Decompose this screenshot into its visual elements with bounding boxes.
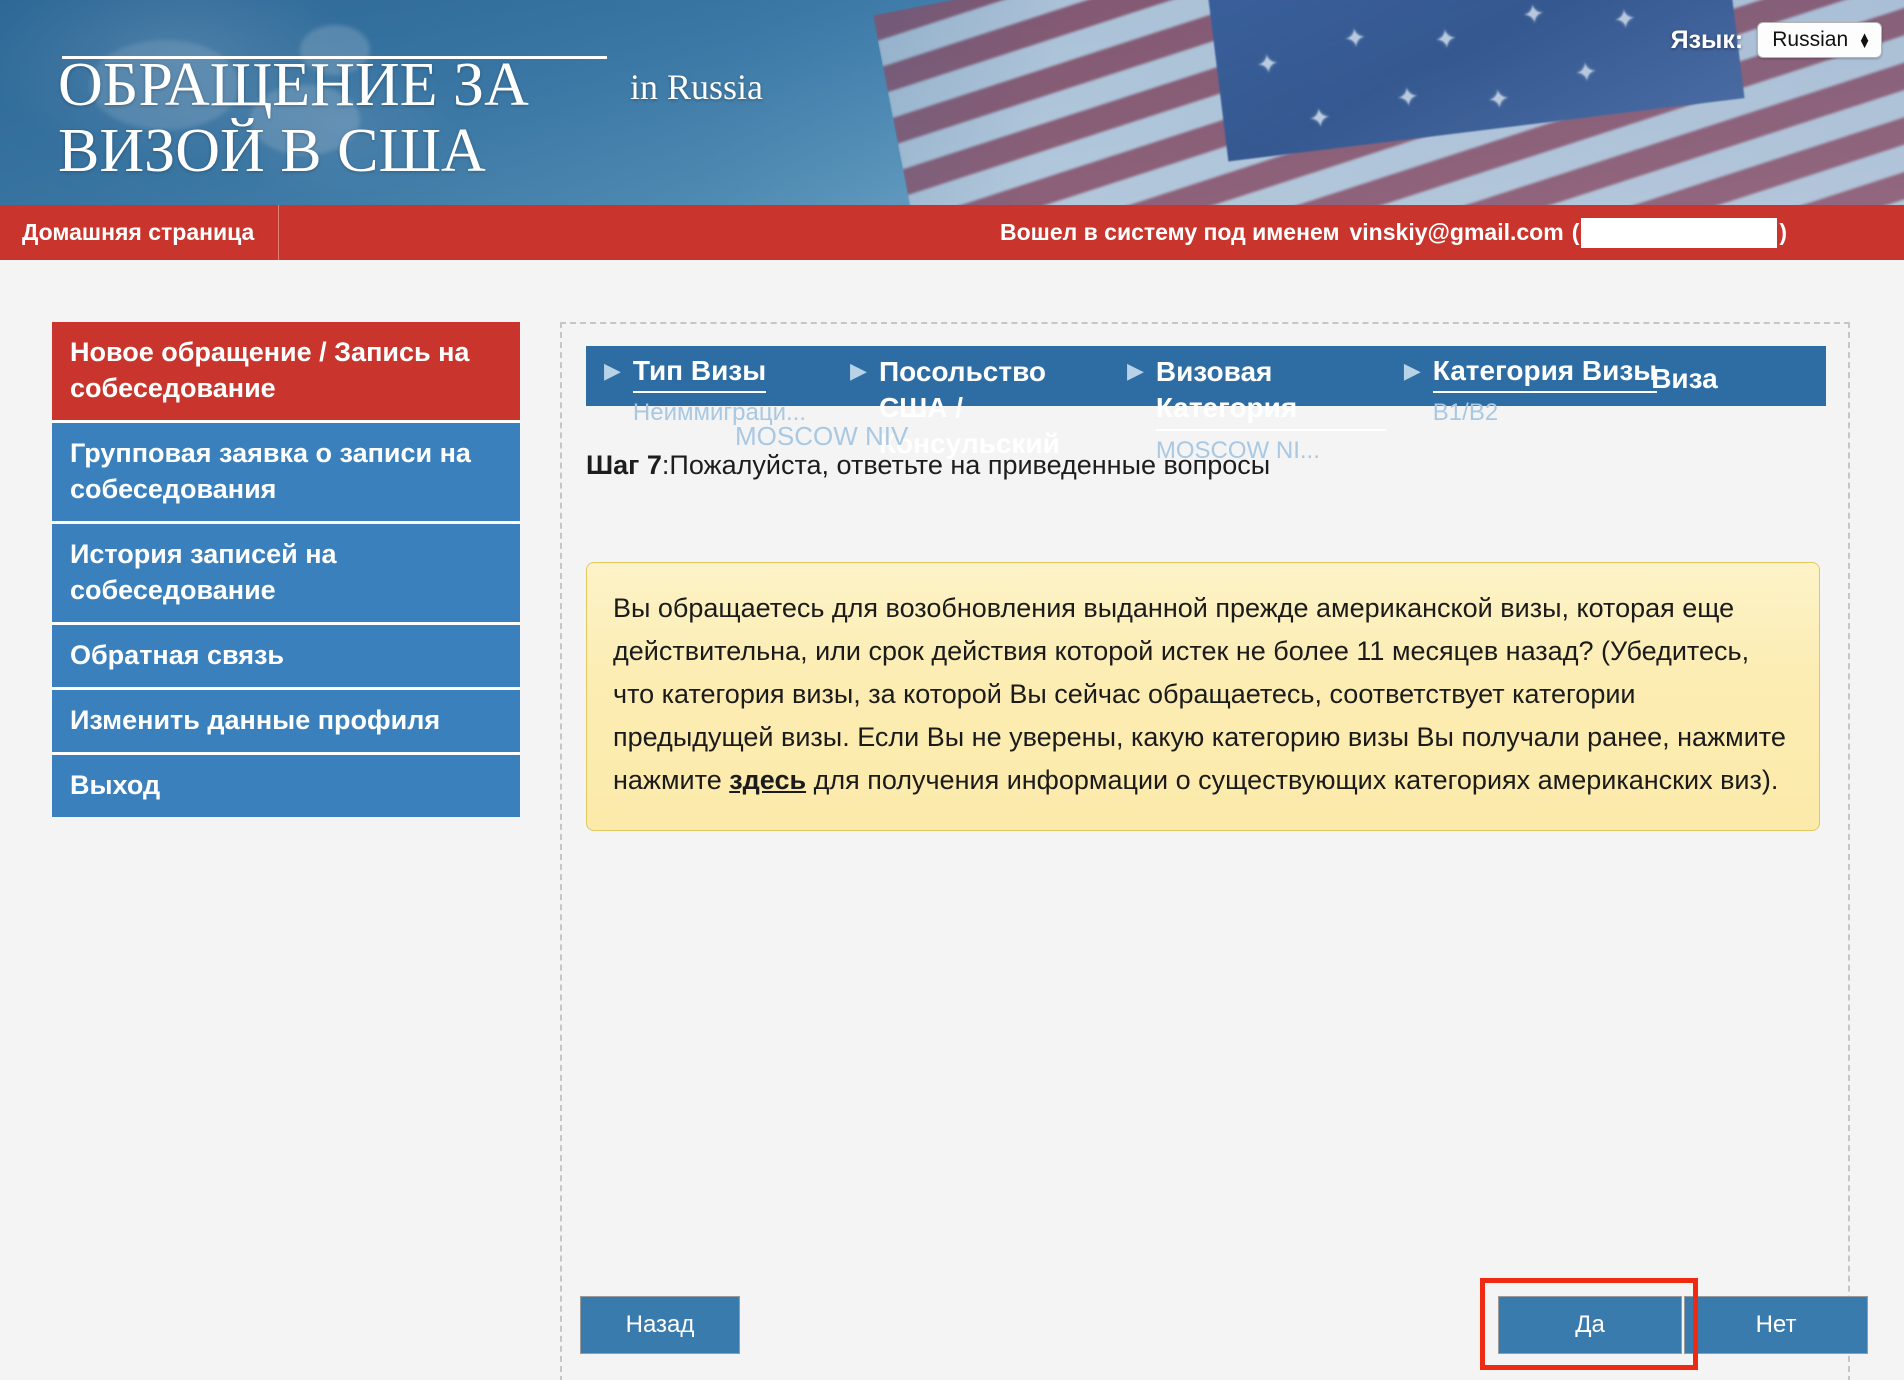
breadcrumb-step-visa-class[interactable]: ▶ Категория Визы B1/B2 [1400,354,1658,430]
chevron-right-icon: ▶ [1126,358,1144,383]
primary-navbar: Домашняя страница Вошел в систему под им… [0,205,1904,260]
breadcrumb-step-title: Категория Визы [1432,354,1658,393]
sidebar-item-appointment-history[interactable]: История записей на собеседование [52,524,520,625]
paren-open: ( [1571,219,1580,245]
login-status-prefix: Вошел в систему под именем [1000,219,1340,245]
main-content-panel: ▶ Тип Визы Неиммиграци... ▶ Посольство С… [560,322,1868,1380]
sidebar-item-edit-profile[interactable]: Изменить данные профиля [52,690,520,755]
sidebar-menu: Новое обращение / Запись на собеседовани… [52,322,520,817]
step-number-label: Шаг 7 [586,450,662,480]
chevron-right-icon: ▶ [604,358,621,383]
site-subtitle: in Russia [630,67,764,107]
breadcrumb-step-title: Тип Визы [632,354,767,393]
page-body: Новое обращение / Запись на собеседовани… [0,260,1904,1380]
yes-button[interactable]: Да [1498,1296,1682,1354]
sidebar-item-feedback[interactable]: Обратная связь [52,625,520,690]
visa-categories-link[interactable]: здесь [729,765,806,795]
breadcrumb-step-title: Посольство США / Консульский [878,356,1060,459]
language-selector-group: Язык: Russian ▲ ▼ [1671,22,1882,58]
login-email: vinskiy@gmail.com [1349,219,1564,245]
updown-arrows-icon: ▲ ▼ [1858,29,1871,51]
question-callout-box: Вы обращаетесь для возобновления выданно… [586,562,1820,831]
language-selected-value: Russian [1772,28,1849,51]
step-instruction: Шаг 7:Пожалуйста, ответьте на приведенны… [586,450,1270,481]
sidebar-item-group-application[interactable]: Групповая заявка о записи на собеседован… [52,423,520,524]
breadcrumb: ▶ Тип Визы Неиммиграци... ▶ Посольство С… [586,346,1826,464]
post-office-label: MOSCOW NIV [735,421,909,451]
step-instruction-text: :Пожалуйста, ответьте на приведенные воп… [661,450,1271,480]
breadcrumb-step-title: Визовая Категория [1155,354,1386,431]
back-button[interactable]: Назад [580,1296,740,1354]
redacted-name-block [1581,217,1778,248]
question-text-part2: для получения информации о существующих … [806,765,1779,795]
no-button[interactable]: Нет [1684,1296,1868,1354]
site-banner: ✦ ✦ ✦ ✦ ✦ ✦ ✦ ✦ ✦ ✦ ✦ ✦ ✦ ✦ ✦ ✦ ✦ ✦ ✦ ОБ… [0,0,1904,205]
login-status: Вошел в систему под именем vinskiy@gmail… [1000,205,1787,260]
chevron-right-icon: ▶ [850,358,867,383]
breadcrumb-step-subtitle: B1/B2 [1432,399,1499,426]
sidebar-item-new-application[interactable]: Новое обращение / Запись на собеседовани… [52,322,520,423]
chevron-right-icon: ▶ [1403,358,1421,383]
nav-home-link[interactable]: Домашняя страница [0,205,280,260]
breadcrumb-step-visa[interactable]: Виза [1651,362,1718,396]
paren-close: ) [1779,219,1788,245]
language-label: Язык: [1670,25,1744,54]
language-select[interactable]: Russian ▲ ▼ [1757,22,1882,58]
breadcrumb-step-visa-type[interactable]: ▶ Тип Визы Неиммиграци... [600,354,806,430]
sidebar-item-logout[interactable]: Выход [52,755,520,817]
